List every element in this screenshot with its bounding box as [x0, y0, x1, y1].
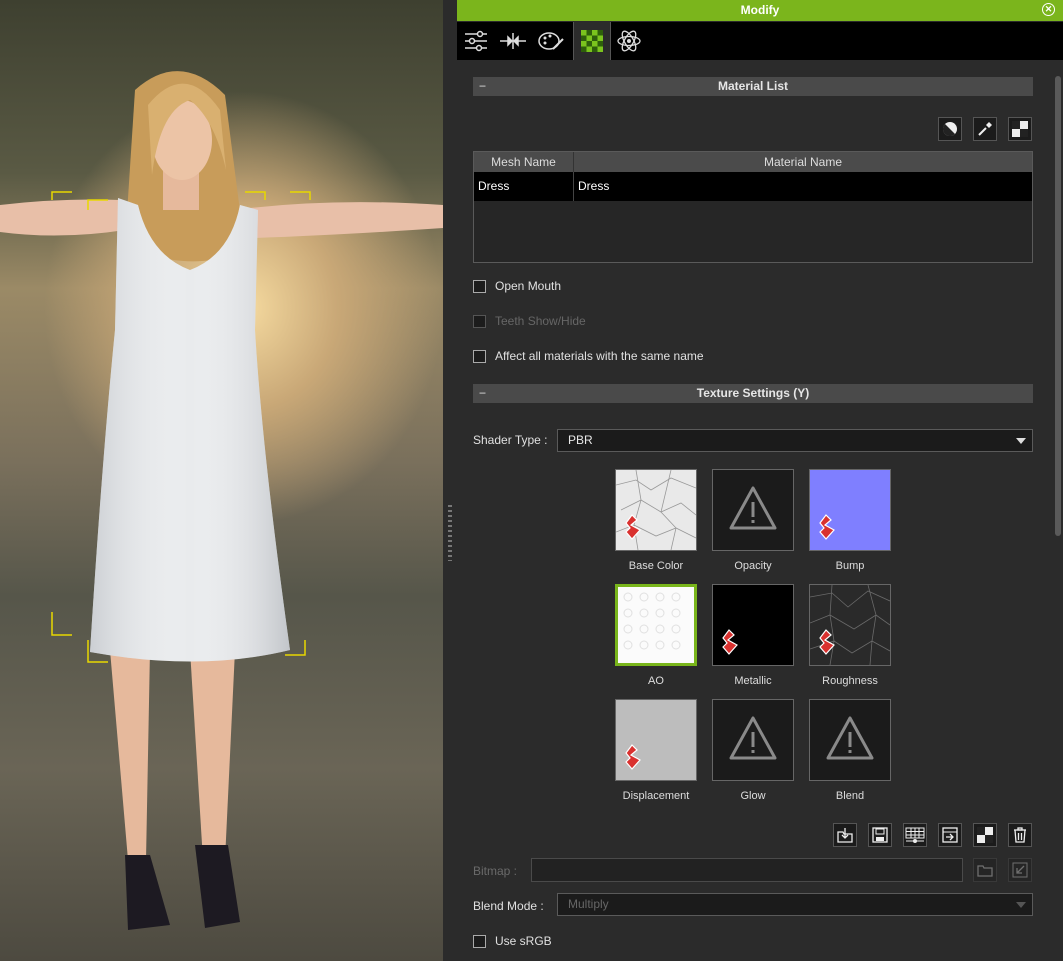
delete-texture-button[interactable] [1008, 823, 1032, 847]
checker-pattern-button-2[interactable] [973, 823, 997, 847]
texture-settings-header[interactable]: − Texture Settings (Y) [473, 384, 1033, 403]
collapse-icon[interactable]: − [479, 384, 486, 403]
folder-open-icon [977, 865, 993, 877]
load-image-button[interactable] [833, 823, 857, 847]
save-button[interactable] [868, 823, 892, 847]
texture-thumbnail [615, 584, 697, 666]
open-bitmap-button [1008, 858, 1032, 882]
panel-scrollbar[interactable] [1055, 76, 1061, 536]
texture-grid-icon [905, 827, 925, 843]
column-header-mesh[interactable]: Mesh Name [474, 152, 574, 172]
texture-thumbnail [712, 584, 794, 666]
texture-file-icon [625, 744, 641, 770]
shader-type-dropdown[interactable]: PBR [557, 429, 1033, 452]
arrow-down-left-icon [1012, 862, 1028, 878]
morph-icon [500, 33, 526, 49]
texture-thumbnail [809, 699, 891, 781]
texture-file-icon [625, 514, 641, 540]
modify-panel: Modify ✕ − Material List Mesh Name Mater… [457, 0, 1063, 961]
texture-thumbnail [712, 699, 794, 781]
3d-viewport[interactable] [0, 0, 443, 961]
splitter-grip[interactable] [448, 505, 452, 561]
material-table: Mesh Name Material Name Dress Dress [473, 151, 1033, 263]
tab-sliders[interactable] [458, 22, 494, 60]
appearance-editor-icon [538, 32, 564, 50]
material-ball-button[interactable] [938, 117, 962, 141]
bitmap-label: Bitmap : [473, 864, 518, 878]
physics-atom-icon [617, 30, 641, 52]
teeth-show-hide-checkbox: Teeth Show/Hide [473, 312, 586, 330]
checkbox-box[interactable] [473, 279, 486, 293]
cell-material-name: Dress [578, 179, 610, 193]
tab-material[interactable] [573, 22, 611, 60]
collapse-icon[interactable]: − [479, 77, 486, 96]
panel-title-bar: Modify ✕ [457, 0, 1063, 21]
launch-editor-icon [942, 827, 958, 843]
cell-mesh-name: Dress [474, 172, 574, 201]
texture-slot-metallic[interactable]: Metallic [712, 584, 794, 687]
eyedropper-button[interactable] [973, 117, 997, 141]
warning-icon [729, 486, 777, 530]
close-circle-icon[interactable]: ✕ [1042, 3, 1055, 16]
warning-icon [826, 716, 874, 760]
sliders-icon [465, 30, 487, 52]
texture-grid-button[interactable] [903, 823, 927, 847]
open-mouth-checkbox[interactable]: Open Mouth [473, 277, 561, 295]
texture-thumbnail [615, 469, 697, 551]
column-header-material[interactable]: Material Name [574, 152, 1032, 172]
checkbox-box[interactable] [473, 349, 486, 363]
texture-thumbnail [615, 699, 697, 781]
panel-title: Modify [740, 3, 780, 17]
checker-pattern-icon [1012, 121, 1028, 137]
texture-slot-base-color[interactable]: Base Color [615, 469, 697, 572]
tab-bar [457, 22, 1063, 60]
texture-slot-bump[interactable]: Bump [809, 469, 891, 572]
save-icon [872, 827, 888, 843]
warning-icon [729, 716, 777, 760]
blend-mode-dropdown: Multiply [557, 893, 1033, 916]
texture-thumbnail [712, 469, 794, 551]
texture-thumbnail [809, 469, 891, 551]
texture-thumbnail [809, 584, 891, 666]
checker-pattern-button[interactable] [1008, 117, 1032, 141]
checker-pattern-icon [977, 827, 993, 843]
texture-slot-blend[interactable]: Blend [809, 699, 891, 802]
table-row[interactable]: Dress Dress [474, 172, 1032, 201]
material-list-header[interactable]: − Material List [473, 77, 1033, 96]
texture-slot-displacement[interactable]: Displacement [615, 699, 697, 802]
eyedropper-icon [978, 122, 992, 136]
texture-slot-glow[interactable]: Glow [712, 699, 794, 802]
blend-mode-label: Blend Mode : [473, 899, 544, 913]
load-image-icon [837, 828, 853, 843]
texture-file-icon [722, 629, 738, 655]
affect-all-materials-checkbox[interactable]: Affect all materials with the same name [473, 347, 704, 365]
texture-slot-ao[interactable]: AO [615, 584, 697, 687]
tab-morph[interactable] [495, 22, 531, 60]
bitmap-path-field [531, 858, 963, 882]
launch-editor-button[interactable] [938, 823, 962, 847]
material-checker-icon [581, 30, 603, 52]
texture-slot-roughness[interactable]: Roughness [809, 584, 891, 687]
texture-file-icon [819, 514, 835, 540]
browse-bitmap-button [973, 858, 997, 882]
checkbox-box [473, 314, 486, 328]
tab-appearance[interactable] [533, 22, 569, 60]
shader-type-label: Shader Type : [473, 433, 548, 447]
tab-physics[interactable] [611, 22, 647, 60]
checkbox-box[interactable] [473, 934, 486, 948]
chevron-down-icon [1016, 438, 1026, 444]
character-figure [0, 71, 443, 930]
splitter[interactable] [443, 0, 457, 961]
material-ball-icon [942, 122, 957, 137]
chevron-down-icon [1016, 902, 1026, 908]
texture-slot-opacity[interactable]: Opacity [712, 469, 794, 572]
trash-icon [1014, 827, 1026, 843]
use-srgb-checkbox[interactable]: Use sRGB [473, 932, 552, 950]
texture-file-icon [819, 629, 835, 655]
